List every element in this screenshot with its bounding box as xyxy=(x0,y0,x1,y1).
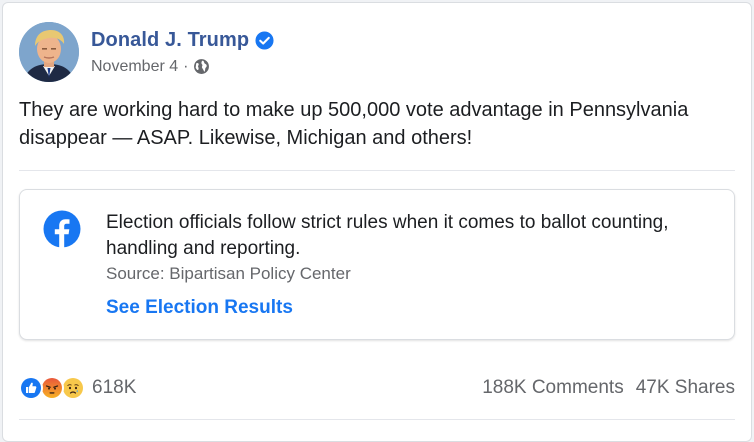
post-header: Donald J. Trump November 4 · xyxy=(19,21,274,83)
post-meta: Donald J. Trump November 4 · xyxy=(91,29,274,76)
author-name-row: Donald J. Trump xyxy=(91,29,274,52)
comments-count[interactable]: 188K Comments xyxy=(482,377,624,399)
post-card: Donald J. Trump November 4 · They are wo… xyxy=(2,2,752,442)
facebook-logo-icon xyxy=(43,210,81,248)
info-card-source: Source: Bipartisan Policy Center xyxy=(106,264,351,283)
see-election-results-link[interactable]: See Election Results xyxy=(106,297,293,319)
divider xyxy=(19,170,735,171)
meta-separator: · xyxy=(183,57,189,75)
reaction-count[interactable]: 618K xyxy=(92,377,136,399)
post-date-row: November 4 · xyxy=(91,58,274,76)
angry-reaction-icon xyxy=(40,376,64,400)
post-footer: 618K 188K Comments 47K Shares xyxy=(19,373,735,403)
author-avatar[interactable] xyxy=(19,22,79,82)
author-name[interactable]: Donald J. Trump xyxy=(91,29,249,52)
reactions-summary[interactable]: 618K xyxy=(19,376,136,400)
globe-icon[interactable] xyxy=(193,58,210,75)
shares-count[interactable]: 47K Shares xyxy=(636,377,735,399)
election-info-card: Election officials follow strict rules w… xyxy=(19,189,735,340)
avatar-portrait-icon xyxy=(19,22,79,82)
verified-badge-icon xyxy=(255,30,274,50)
post-date[interactable]: November 4 xyxy=(91,58,178,76)
info-card-text: Election officials follow strict rules w… xyxy=(106,212,669,259)
sad-reaction-icon xyxy=(61,376,85,400)
engagement-counts: 188K Comments 47K Shares xyxy=(482,377,735,399)
divider xyxy=(19,419,735,420)
post-text: They are working hard to make up 500,000… xyxy=(19,99,689,149)
like-reaction-icon xyxy=(19,376,43,400)
reaction-icons xyxy=(19,376,85,400)
